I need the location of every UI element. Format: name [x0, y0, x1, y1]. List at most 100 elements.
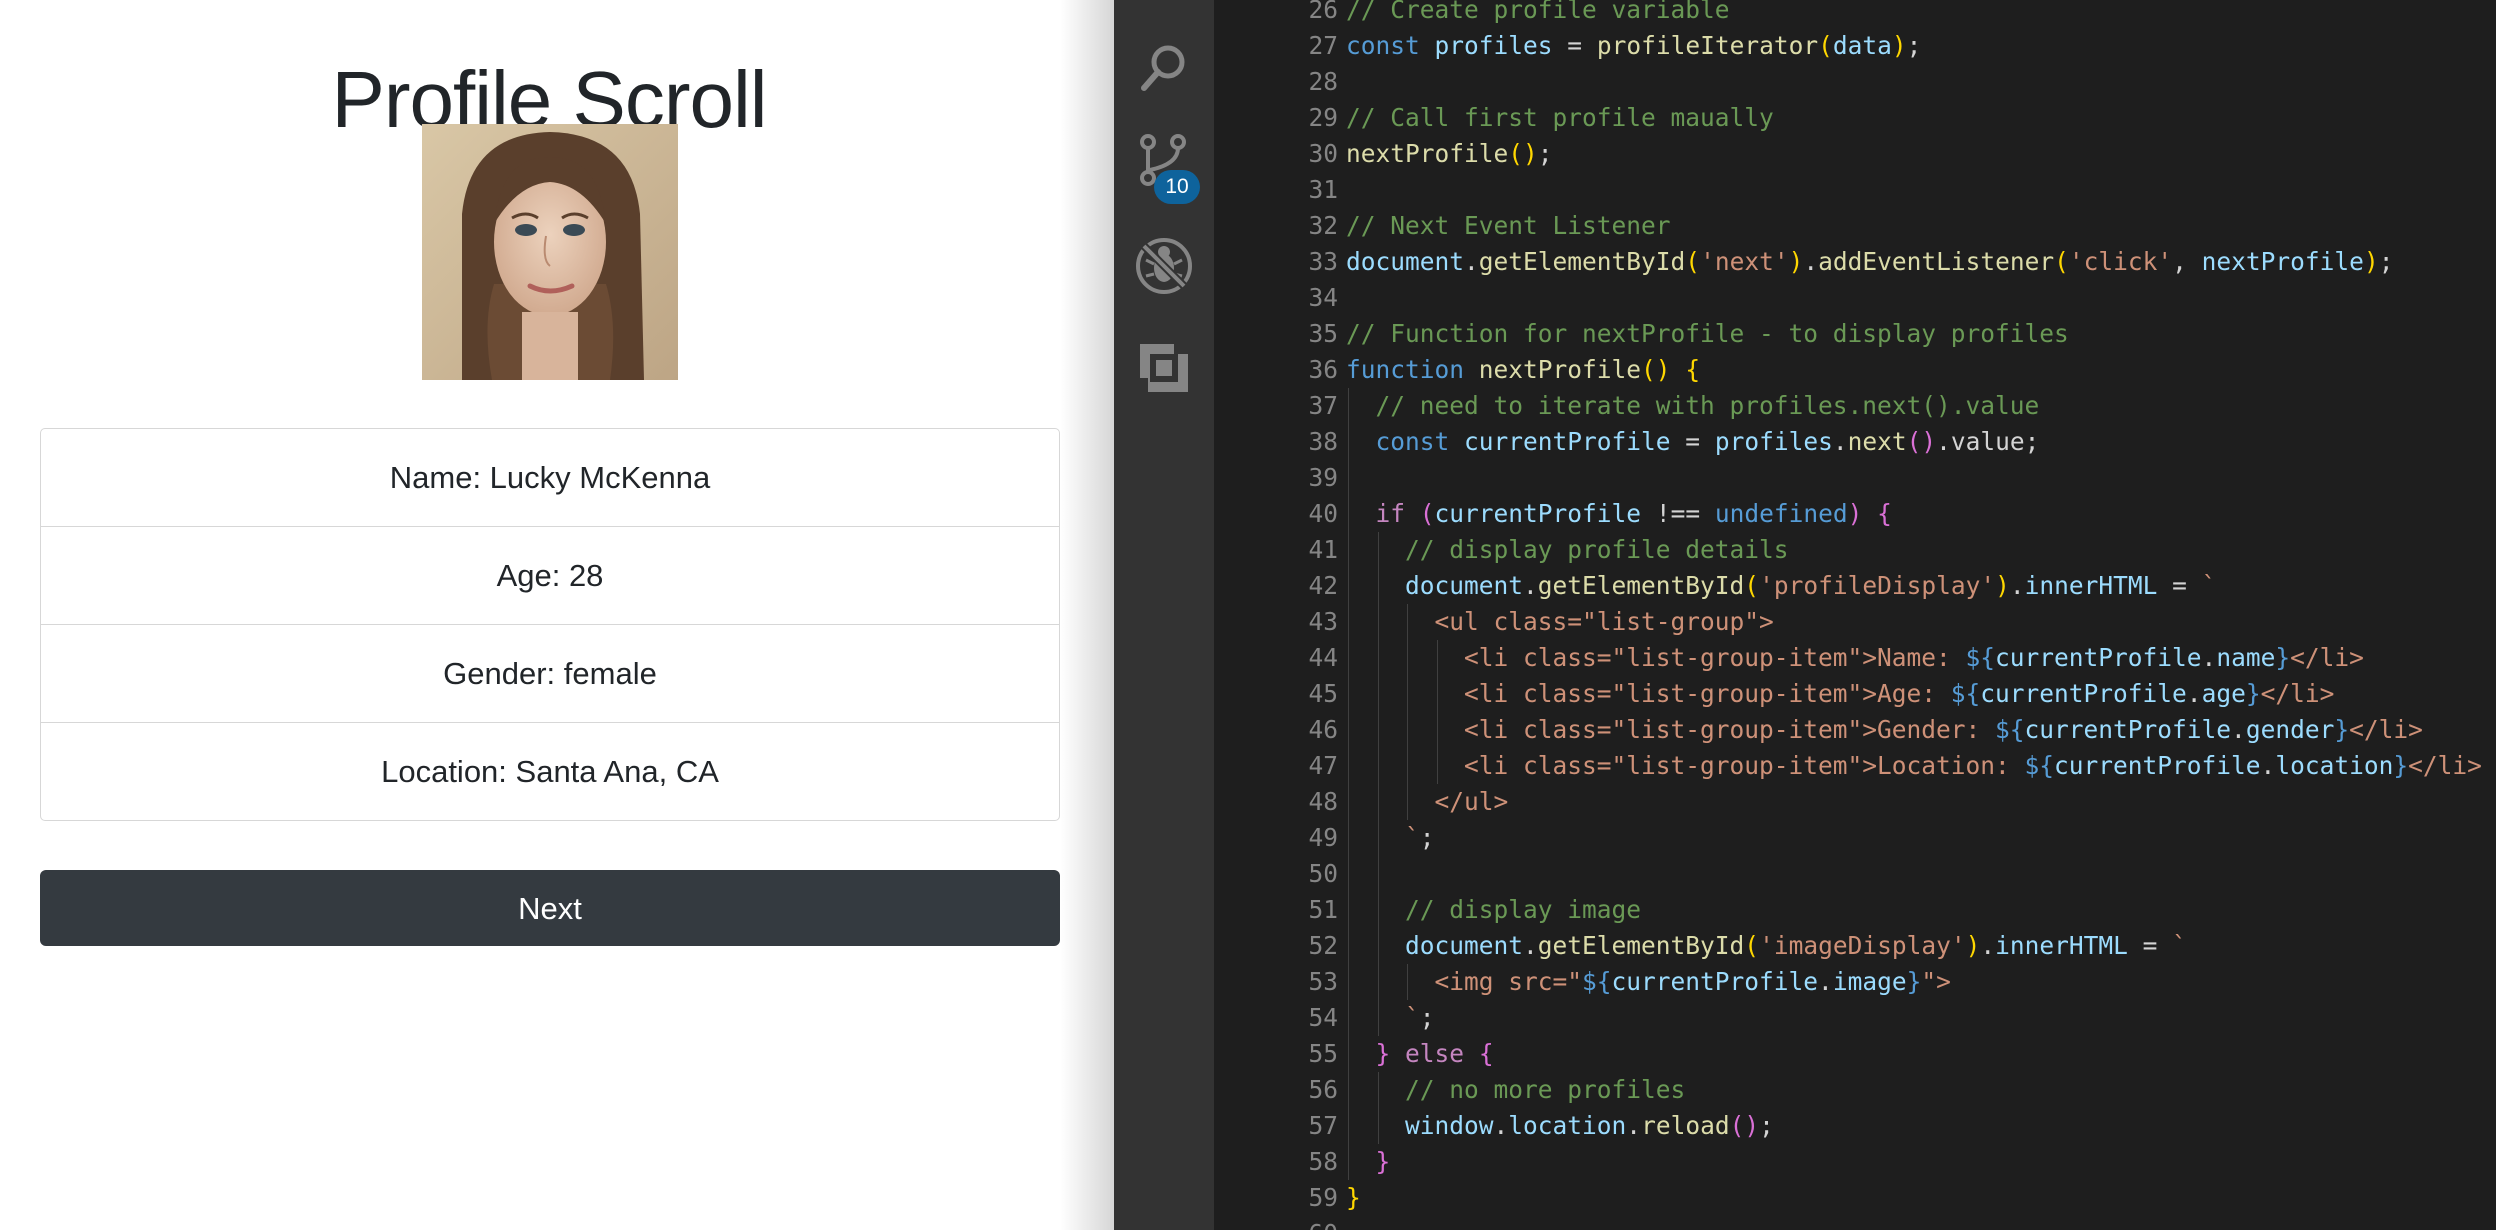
browser-page: Profile Scroll Name: Lucky McKenna Age: …	[0, 0, 1114, 1230]
code-line[interactable]: 30 nextProfile();	[1214, 136, 2496, 172]
code-token: document	[1405, 931, 1524, 960]
code-token: profiles	[1714, 427, 1833, 456]
code-token: ;	[1419, 823, 1435, 852]
code-token: next	[1847, 427, 1907, 456]
code-line[interactable]: 47 <li class="list-group-item">Location: …	[1214, 748, 2496, 784]
code-line[interactable]: 28	[1214, 64, 2496, 100]
code-token: getElementById	[1537, 571, 1745, 600]
code-line[interactable]: 55} else {	[1214, 1036, 2496, 1072]
code-token: )	[2363, 247, 2379, 276]
code-line[interactable]: 44 <li class="list-group-item">Name: ${cu…	[1214, 640, 2496, 676]
code-line[interactable]: 32 // Next Event Listener	[1214, 208, 2496, 244]
code-line[interactable]: 38 const currentProfile = profiles.next()…	[1214, 424, 2496, 460]
code-token: .	[1626, 1111, 1642, 1140]
code-line[interactable]: 39	[1214, 460, 2496, 496]
code-line[interactable]: 60	[1214, 1216, 2496, 1230]
code-line[interactable]: 49 `;	[1214, 820, 2496, 856]
code-line[interactable]: 43 <ul class="list-group">	[1214, 604, 2496, 640]
code-token: ()	[1508, 139, 1538, 168]
code-line[interactable]: 36 function nextProfile() {	[1214, 352, 2496, 388]
code-token: const	[1375, 427, 1450, 456]
code-token: .	[1523, 931, 1538, 960]
code-line[interactable]: 45 <li class="list-group-item">Age: ${cur…	[1214, 676, 2496, 712]
code-line[interactable]: 48 </ul>	[1214, 784, 2496, 820]
code-text: } else {	[1376, 1036, 1494, 1072]
code-line[interactable]: 52 document.getElementById('imageDisplay'…	[1214, 928, 2496, 964]
code-token: 'next'	[1700, 247, 1789, 276]
code-token: </ul>	[1434, 787, 1509, 816]
indent-guide	[1348, 640, 1349, 676]
code-token: ;	[1537, 139, 1553, 168]
code-text: if (currentProfile !== undefined) {	[1376, 496, 1892, 532]
next-button[interactable]: Next	[40, 870, 1060, 946]
code-line[interactable]: 37 // need to iterate with profiles.next(…	[1214, 388, 2496, 424]
code-line[interactable]: 35 // Function for nextProfile - to displ…	[1214, 316, 2496, 352]
code-line[interactable]: 54 `;	[1214, 1000, 2496, 1036]
code-text: document.getElementById('profileDisplay'…	[1405, 568, 2216, 604]
code-token: ">	[1921, 967, 1951, 996]
code-token: reload	[1641, 1111, 1730, 1140]
code-line[interactable]: 34	[1214, 280, 2496, 316]
code-line[interactable]: 27 const profiles = profileIterator(data)…	[1214, 28, 2496, 64]
code-token: .	[1818, 967, 1833, 996]
code-line[interactable]: 26 // Create profile variable	[1214, 0, 2496, 28]
code-line[interactable]: 58}	[1214, 1144, 2496, 1180]
code-line[interactable]: 41 // display profile details	[1214, 532, 2496, 568]
profile-name: Name: Lucky McKenna	[389, 460, 711, 495]
code-token: </li>	[2349, 715, 2423, 744]
code-line[interactable]: 56 // no more profiles	[1214, 1072, 2496, 1108]
code-token: ;	[1759, 1111, 1774, 1140]
code-token: currentProfile	[2054, 751, 2261, 780]
code-token: {	[1685, 355, 1701, 384]
code-line[interactable]: 33 document.getElementById('next').addEve…	[1214, 244, 2496, 280]
code-token: image	[1832, 967, 1907, 996]
code-token: )	[1965, 931, 1981, 960]
code-token: // Create profile variable	[1346, 0, 1730, 24]
line-number: 59	[1308, 1183, 1338, 1212]
indent-guide	[1407, 676, 1408, 712]
code-token: .	[1464, 247, 1479, 276]
code-token: .	[1980, 931, 1996, 960]
search-icon[interactable]	[1134, 38, 1194, 98]
code-token: )	[1788, 247, 1804, 276]
extensions-icon[interactable]	[1134, 338, 1194, 398]
code-line[interactable]: 57 window.location.reload();	[1214, 1108, 2496, 1144]
code-editor[interactable]: 26 // Create profile variable 27 const prof…	[1214, 0, 2496, 1230]
line-number: 50	[1308, 859, 1338, 888]
indent-guide	[1377, 856, 1379, 892]
code-line[interactable]: 29 // Call first profile maually	[1214, 100, 2496, 136]
code-token: currentProfile	[1434, 499, 1642, 528]
code-line[interactable]: 42 document.getElementById('profileDispla…	[1214, 568, 2496, 604]
debug-icon[interactable]	[1134, 236, 1194, 296]
code-token: innerHTML	[2024, 571, 2158, 600]
indent-guide	[1407, 604, 1408, 640]
line-number: 48	[1308, 787, 1338, 816]
code-token: name	[2216, 643, 2276, 672]
line-number: 34	[1308, 283, 1338, 312]
indent-guide	[1377, 892, 1379, 928]
code-line[interactable]: 46 <li class="list-group-item">Gender: ${…	[1214, 712, 2496, 748]
code-line[interactable]: 31	[1214, 172, 2496, 208]
code-token: // Function for nextProfile - to display…	[1346, 319, 2069, 348]
code-line[interactable]: 51 // display image	[1214, 892, 2496, 928]
profile-info-list: Name: Lucky McKenna Age: 28 Gender: fema…	[40, 428, 1060, 821]
line-number: 27	[1308, 31, 1338, 60]
code-line[interactable]: 40 if (currentProfile !== undefined) {	[1214, 496, 2496, 532]
code-token: `	[2172, 931, 2187, 960]
code-token: }	[2245, 679, 2261, 708]
line-number: 33	[1308, 247, 1338, 276]
code-line[interactable]: 50	[1214, 856, 2496, 892]
code-text: document.getElementById('next').addEvent…	[1346, 244, 2393, 280]
code-token: !==	[1641, 499, 1715, 528]
code-line[interactable]: 59}	[1214, 1180, 2496, 1216]
code-text: // need to iterate with profiles.next().…	[1376, 388, 2040, 424]
code-token: // Call first profile maually	[1346, 103, 1774, 132]
code-token: profileIterator	[1596, 31, 1819, 60]
indent-guide	[1348, 424, 1349, 460]
code-line[interactable]: 53 <img src="${currentProfile.image}">	[1214, 964, 2496, 1000]
indent-guide	[1348, 928, 1349, 964]
line-number: 30	[1308, 139, 1338, 168]
code-token: ;	[2378, 247, 2394, 276]
